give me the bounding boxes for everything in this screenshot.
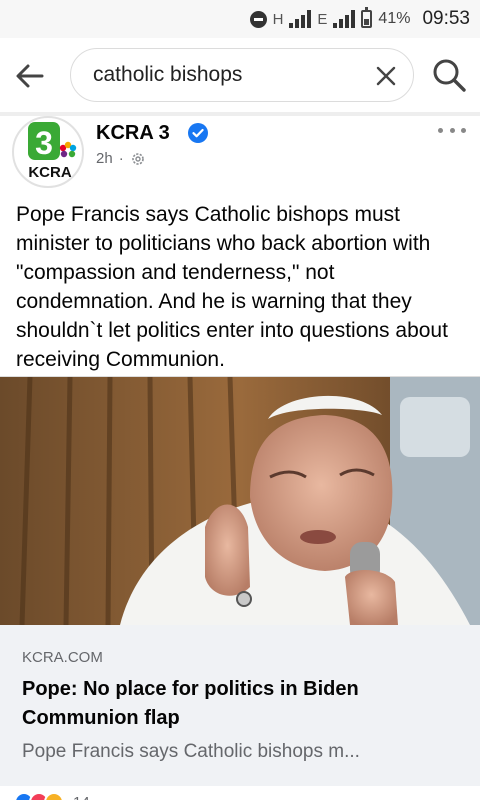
reaction-summary[interactable]: 14 (14, 792, 90, 800)
avatar-text: KCRA (28, 164, 71, 181)
page-name[interactable]: KCRA 3 (96, 122, 170, 145)
haha-reaction-icon (44, 792, 64, 800)
clear-icon (376, 66, 396, 86)
signal-icon (333, 10, 356, 28)
link-preview-image[interactable] (0, 377, 480, 625)
battery-icon (361, 7, 373, 28)
network-type-2: E (317, 10, 328, 28)
post-time[interactable]: 2h (96, 150, 113, 167)
kcra-logo: 3 KCRA (28, 122, 77, 181)
verified-icon (188, 123, 208, 143)
clear-search-button[interactable] (375, 65, 397, 87)
dnd-icon (249, 10, 267, 28)
link-domain: KCRA.COM (22, 649, 103, 666)
battery-percent: 41% (378, 10, 411, 27)
search-button[interactable] (430, 56, 468, 94)
signal-icon (289, 10, 312, 28)
post-body: Pope Francis says Catholic bishops must … (16, 203, 448, 371)
avatar-number: 3 (35, 125, 53, 161)
search-input[interactable]: catholic bishops (70, 48, 414, 102)
search-header: catholic bishops (0, 38, 480, 112)
reaction-count: 14 (73, 794, 90, 800)
more-options-button[interactable] (438, 128, 466, 138)
search-query: catholic bishops (93, 63, 243, 86)
post-meta: 2h · (96, 150, 146, 167)
link-description: Pope Francis says Catholic bishops m... (22, 741, 360, 762)
status-bar: H E 41% 09:53 (0, 0, 480, 38)
feed-post: 3 KCRA KCRA 3 2h · Pope Francis says Cat… (0, 116, 480, 800)
network-type-1: H (272, 10, 284, 28)
back-button[interactable] (12, 58, 48, 94)
more-options-icon (438, 128, 443, 133)
search-icon (433, 59, 466, 92)
link-preview-card[interactable]: KCRA.COM Pope: No place for politics in … (0, 376, 480, 786)
link-title[interactable]: Pope: No place for politics in Biden Com… (22, 675, 462, 733)
meta-separator: · (118, 150, 124, 167)
gear-icon (131, 152, 144, 165)
clock: 09:53 (422, 8, 470, 29)
back-arrow-icon (16, 64, 44, 88)
page-avatar[interactable]: 3 KCRA (12, 116, 84, 188)
